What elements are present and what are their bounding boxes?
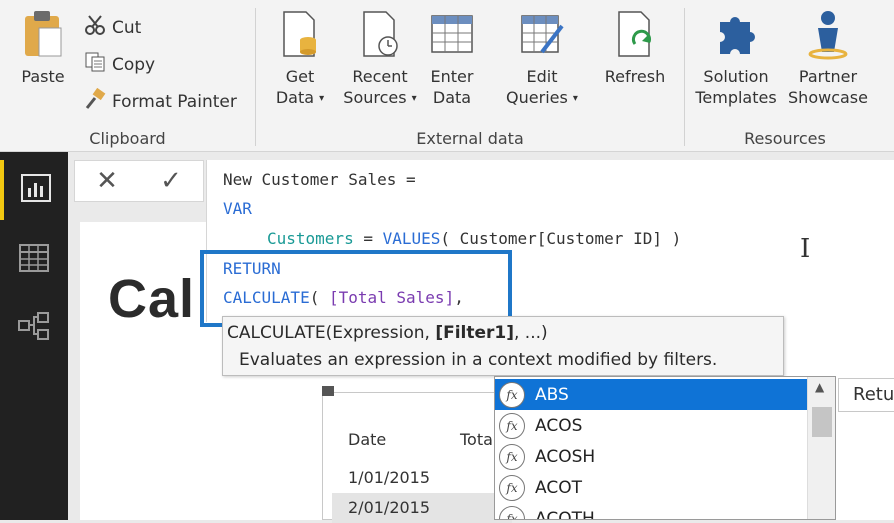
enter-data-button[interactable]: Enter Data [424,8,480,108]
solution-templates-label: Solution Templates [695,67,777,107]
autocomplete-item[interactable]: fx ACOSH [495,441,807,472]
function-icon: fx [499,443,525,470]
puzzle-icon [714,8,758,60]
paste-icon [21,8,65,60]
paste-button[interactable]: Paste [14,8,72,87]
recent-sources-label: Recent Sources ▾ [343,67,417,107]
bar-chart-icon [21,174,51,206]
chevron-up-icon[interactable]: ▲ [815,380,824,394]
function-signature-tooltip: CALCULATE(Expression, [Filter1], ...) Ev… [222,316,784,376]
autocomplete-item[interactable]: fx ACOT [495,472,807,503]
formula-line-1: New Customer Sales = [223,170,416,189]
paste-label: Paste [21,67,65,86]
copy-label: Copy [112,54,156,75]
resources-group-label: Resources [744,129,826,148]
autocomplete-item-label: ACOSH [535,446,596,467]
data-view-button[interactable] [0,230,68,290]
resources-group: Solution Templates Partner Showcase Resour… [685,0,885,152]
person-icon [806,8,850,60]
function-icon: fx [499,381,525,408]
autocomplete-item-label: ACOS [535,415,583,436]
chevron-down-icon: ▾ [319,93,325,104]
copy-icon [84,51,106,78]
autocomplete-item-label: ABS [535,384,569,405]
table-header-date[interactable]: Date [348,430,386,449]
table-icon [430,8,474,60]
cancel-button[interactable]: ✕ [96,166,118,196]
cut-label: Cut [112,17,142,38]
table-cell: 2/01/2015 [348,498,431,517]
side-visual-box[interactable]: Retu [838,378,894,412]
recent-sources-icon [358,8,402,60]
autocomplete-item[interactable]: fx ABS [495,379,807,410]
partner-showcase-button[interactable]: Partner Showcase [785,8,871,108]
recent-sources-button[interactable]: Recent Sources ▾ [340,8,420,109]
autocomplete-list: fx ABS fx ACOS fx ACOSH fx ACOT fx ACOTH… [494,376,836,520]
report-view-button[interactable] [0,160,68,220]
autocomplete-scrollbar[interactable]: ▲ [807,377,835,519]
formula-line-2: VAR [223,199,252,218]
format-painter-label: Format Painter [112,91,237,112]
partner-showcase-label: Partner Showcase [788,67,868,107]
chevron-down-icon: ▾ [411,93,417,104]
autocomplete-item-label: ACOT [535,477,582,498]
clipboard-group: Paste Cut Copy Format Painter Clipboard [0,0,255,152]
function-icon: fx [499,474,525,501]
external-data-group-label: External data [416,129,524,148]
grid-icon [19,244,49,276]
chevron-down-icon: ▾ [572,93,578,104]
refresh-label: Refresh [604,67,666,86]
function-icon: fx [499,505,525,519]
autocomplete-item[interactable]: fx ACOS [495,410,807,441]
resize-handle[interactable] [322,386,334,396]
refresh-button[interactable]: Refresh [600,8,670,87]
get-data-button[interactable]: Get Data ▾ [266,8,334,109]
edit-queries-label: Edit Queries ▾ [506,67,578,107]
table-cell: 1/01/2015 [348,468,431,487]
ribbon: Paste Cut Copy Format Painter Clipboard [0,0,894,152]
cut-button[interactable]: Cut [84,14,141,41]
commit-button[interactable]: ✓ [160,166,182,196]
relationships-icon [18,312,50,344]
text-cursor-icon: I [800,234,811,264]
left-nav [0,152,68,520]
edit-queries-button[interactable]: Edit Queries ▾ [502,8,582,109]
relationships-view-button[interactable] [0,298,68,358]
function-icon: fx [499,412,525,439]
autocomplete-item-label: ACOTH [535,508,595,520]
brush-icon [84,87,106,115]
function-description: Evaluates an expression in a context mod… [239,350,718,370]
table-header-total[interactable]: Tota [460,430,493,449]
solution-templates-button[interactable]: Solution Templates [693,8,779,108]
function-signature: CALCULATE(Expression, [Filter1], ...) [227,323,548,343]
external-data-group: Get Data ▾ Recent Sources ▾ Enter Data Edit… [256,0,684,152]
edit-queries-icon [520,8,564,60]
autocomplete-item[interactable]: fx ACOTH [495,503,807,520]
refresh-icon [613,8,657,60]
report-title-text: Cal [108,269,196,329]
copy-button[interactable]: Copy [84,51,155,78]
get-data-label: Get Data ▾ [275,67,325,107]
formula-controls: ✕ ✓ [74,160,204,202]
format-painter-button[interactable]: Format Painter [84,87,237,115]
get-data-icon [278,8,322,60]
enter-data-label: Enter Data [430,67,474,107]
clipboard-group-label: Clipboard [89,129,166,148]
scissors-icon [84,14,106,41]
scrollbar-thumb[interactable] [812,407,832,437]
